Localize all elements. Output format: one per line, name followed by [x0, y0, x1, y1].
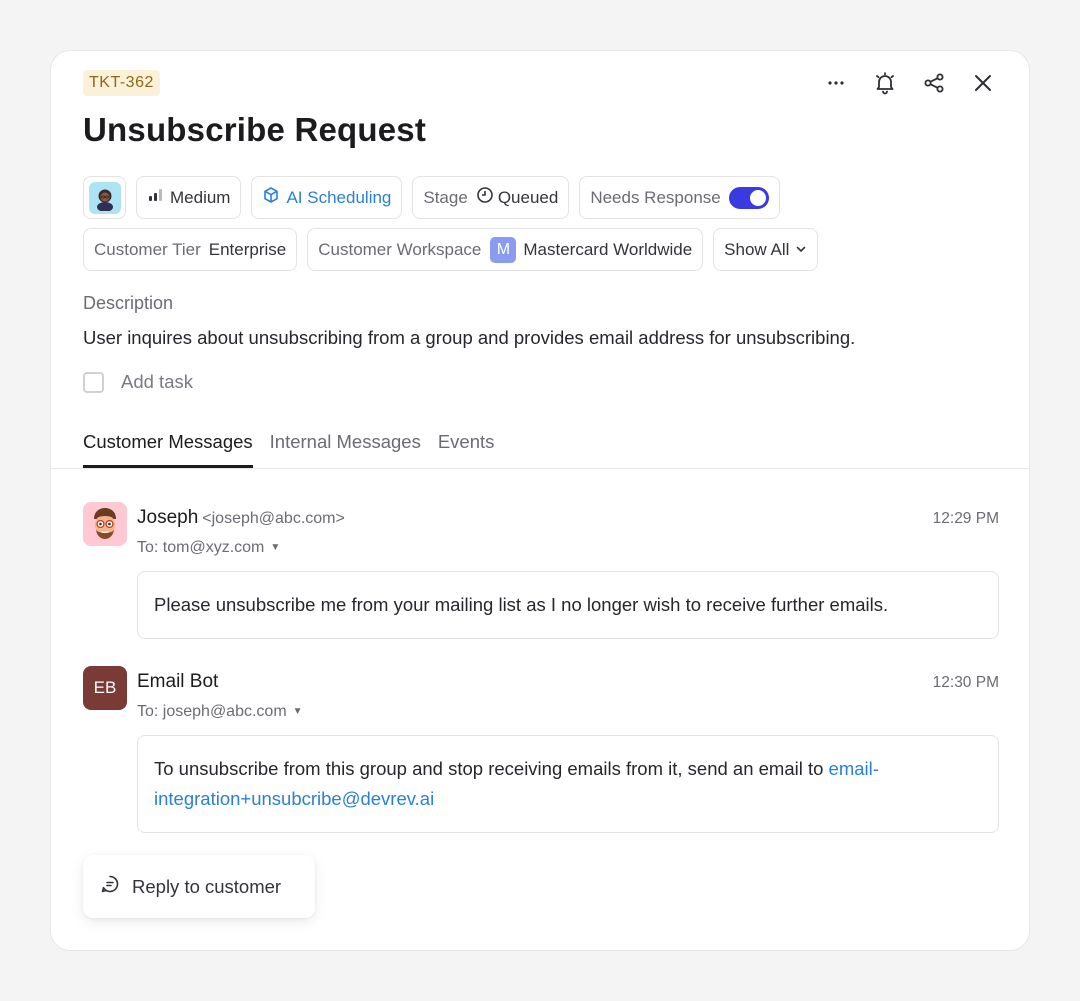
tier-label: Customer Tier [94, 239, 201, 259]
recipient-line[interactable]: To: tom@xyz.com ▼ [137, 539, 280, 557]
task-checkbox[interactable] [83, 371, 104, 393]
sender-name[interactable]: Joseph [137, 507, 198, 528]
ai-scheduling-pill[interactable]: AI Scheduling [251, 176, 403, 219]
tab-events[interactable]: Events [438, 431, 495, 468]
ticket-panel: TKT-362 Unsubscribe Request Medium AI Sc… [50, 50, 1030, 951]
share-icon[interactable] [918, 67, 950, 99]
tab-divider [51, 468, 1029, 469]
message-header: Email Bot [137, 671, 218, 693]
chevron-down-icon [795, 240, 807, 260]
more-icon[interactable] [820, 67, 852, 99]
caret-down-icon: ▼ [292, 706, 303, 717]
bell-icon[interactable] [869, 67, 901, 99]
sender-name[interactable]: Email Bot [137, 671, 218, 692]
customer-workspace-pill[interactable]: Customer Workspace M Mastercard Worldwid… [307, 228, 704, 271]
ticket-id-badge[interactable]: TKT-362 [83, 70, 160, 96]
stage-pill[interactable]: Stage Queued [412, 176, 570, 219]
show-all-label: Show All [724, 239, 790, 259]
recipient-text: To: tom@xyz.com [137, 539, 265, 556]
needs-response-pill: Needs Response [579, 176, 780, 219]
stage-label: Stage [423, 187, 468, 207]
ai-scheduling-label: AI Scheduling [286, 187, 392, 207]
reply-label: Reply to customer [132, 875, 282, 897]
chat-bubble-icon [100, 874, 120, 899]
description-text[interactable]: User inquires about unsubscribing from a… [83, 327, 855, 349]
cube-icon [262, 186, 280, 209]
add-task-label[interactable]: Add task [121, 371, 193, 393]
close-icon[interactable] [967, 67, 999, 99]
tab-customer-messages[interactable]: Customer Messages [83, 431, 253, 468]
show-all-button[interactable]: Show All [713, 228, 819, 271]
caret-down-icon: ▼ [270, 542, 281, 553]
message-item: Joseph <joseph@abc.com> 12:29 PM To: tom@… [83, 502, 999, 639]
message-text: To unsubscribe from this group and stop … [154, 758, 829, 779]
recipient-text: To: joseph@abc.com [137, 703, 287, 720]
ticket-title: Unsubscribe Request [83, 111, 427, 148]
workspace-value: Mastercard Worldwide [523, 239, 693, 259]
workspace-label: Customer Workspace [318, 239, 482, 259]
reply-to-customer-button[interactable]: Reply to customer [83, 855, 315, 918]
message-header: Joseph <joseph@abc.com> [137, 507, 345, 529]
tier-value: Enterprise [208, 239, 287, 259]
message-body: To unsubscribe from this group and stop … [137, 735, 999, 833]
message-body: Please unsubscribe me from your mailing … [137, 571, 999, 639]
message-timestamp: 12:29 PM [932, 510, 999, 527]
priority-label: Medium [170, 187, 231, 207]
sender-avatar [83, 502, 127, 546]
priority-pill[interactable]: Medium [136, 176, 242, 219]
sender-avatar: EB [83, 666, 127, 710]
tab-internal-messages[interactable]: Internal Messages [270, 431, 421, 468]
sender-email: <joseph@abc.com> [202, 510, 345, 527]
customer-tier-pill[interactable]: Customer Tier Enterprise [83, 228, 298, 271]
workspace-logo: M [490, 236, 517, 263]
needs-response-label: Needs Response [590, 187, 721, 207]
add-task-row[interactable]: Add task [83, 371, 193, 393]
message-tabs: Customer Messages Internal Messages Even… [83, 431, 494, 468]
attribute-row-1: Medium AI Scheduling Stage Queued Needs … [83, 176, 780, 219]
signal-bars-icon [147, 187, 165, 208]
clock-icon [476, 186, 494, 209]
owner-avatar [88, 181, 121, 214]
recipient-line[interactable]: To: joseph@abc.com ▼ [137, 703, 303, 721]
description-heading: Description [83, 293, 174, 313]
stage-value: Queued [497, 187, 559, 207]
owner-avatar-pill[interactable] [83, 176, 126, 219]
attribute-row-2: Customer Tier Enterprise Customer Worksp… [83, 228, 819, 271]
message-item: EB Email Bot 12:30 PM To: joseph@abc.com… [83, 666, 999, 833]
message-timestamp: 12:30 PM [932, 674, 999, 691]
needs-response-toggle[interactable] [728, 186, 769, 209]
header-actions [820, 67, 999, 99]
